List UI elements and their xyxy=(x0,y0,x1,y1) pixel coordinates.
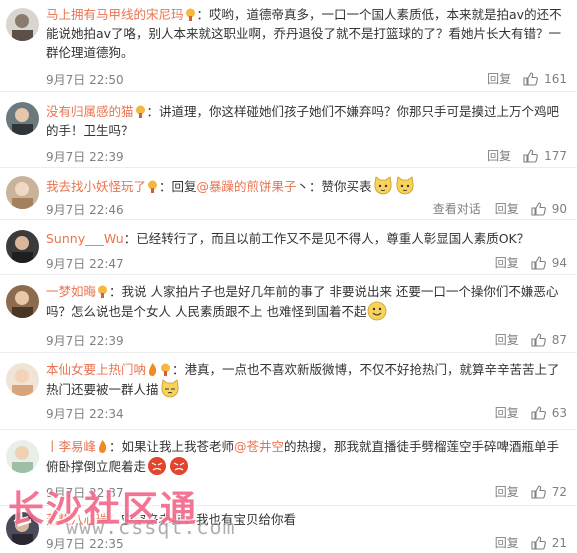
comment-item: 丨李易峰 ：如果让我上我苍老师@苍井空的热搜，那我就直播徒手劈榴莲空手碎啤酒瓶单手… xyxy=(0,430,577,506)
avatar[interactable] xyxy=(6,230,39,263)
comment-time: 9月7日 22:39 xyxy=(46,150,124,164)
username-link[interactable]: 丨李易峰 xyxy=(46,439,96,454)
like-count: 161 xyxy=(544,71,567,86)
vip-badge-icon xyxy=(147,179,158,193)
vip-badge-icon xyxy=(135,104,146,118)
comment-item: 本仙女要上热门呐 ：港真，一点也不喜欢新版微博，不仅不好抢热门，就算辛辛苦苦上了热… xyxy=(0,353,577,430)
thumbs-up-icon xyxy=(523,148,538,163)
smile-emoji-icon xyxy=(367,301,387,321)
like-count: 90 xyxy=(551,201,567,216)
comment-text: ：已经转行了，而且以前工作又不是见不得人，尊重人彰显国人素质OK？ xyxy=(123,231,530,246)
view-conversation-link[interactable]: 查看对话 xyxy=(433,200,481,217)
thumbs-up-icon xyxy=(523,71,538,86)
comment-item: 蒸糕八心瑞：空空来赤赤，我也有宝贝给你看 9月7日 22:35 回复 21 xyxy=(0,506,577,553)
username-link[interactable]: 一梦如晦 xyxy=(46,284,96,299)
reply-button[interactable]: 回复 xyxy=(495,254,519,271)
thumbs-up-icon xyxy=(531,332,546,347)
vip-badge-icon xyxy=(160,362,171,376)
username-link[interactable]: 本仙女要上热门呐 xyxy=(46,362,146,377)
thumbs-up-icon xyxy=(531,201,546,216)
comment-time: 9月7日 22:37 xyxy=(46,486,124,500)
like-button[interactable]: 21 xyxy=(531,536,567,550)
comment-text: ：我说 人家拍片子也是好几年前的事了 非要说出来 还要一口一个操你们不嫌恶心吗？… xyxy=(46,284,559,319)
reply-button[interactable]: 回复 xyxy=(495,483,519,500)
reply-button[interactable]: 回复 xyxy=(487,147,511,164)
thumbs-up-icon xyxy=(531,255,546,270)
like-count: 63 xyxy=(551,405,567,420)
comment-time: 9月7日 22:35 xyxy=(46,537,124,551)
cat-emoji-icon xyxy=(160,379,180,399)
comment-time: 9月7日 22:34 xyxy=(46,407,124,421)
comment-item: 没有归属感的猫 ：讲道理，你这样碰她们孩子她们不嫌弃吗？你那只手可是摸过上万个鸡吧… xyxy=(0,92,577,168)
comment-time: 9月7日 22:47 xyxy=(46,257,124,271)
angry-emoji-icon xyxy=(169,456,189,476)
mention-link[interactable]: @苍井空 xyxy=(234,439,284,454)
comment-text: ：如果让我上我苍老师 xyxy=(109,439,235,454)
username-link[interactable]: 我去找小妖怪玩了 xyxy=(46,179,146,194)
like-count: 21 xyxy=(551,535,567,550)
mention-link[interactable]: @暴躁的煎饼果子 xyxy=(197,179,297,194)
avatar[interactable] xyxy=(6,440,39,473)
like-button[interactable]: 63 xyxy=(531,406,567,420)
username-link[interactable]: 马上拥有马甲线的宋尼玛 xyxy=(46,7,184,22)
avatar[interactable] xyxy=(6,512,39,545)
fire-badge-icon xyxy=(97,439,108,453)
comment-text: 丶：赞你买表 xyxy=(296,179,372,194)
thumbs-up-icon xyxy=(531,484,546,499)
cat-emoji-icon xyxy=(373,176,393,196)
reply-button[interactable]: 回复 xyxy=(495,331,519,348)
thumbs-up-icon xyxy=(531,535,546,550)
like-button[interactable]: 90 xyxy=(531,202,567,216)
vip-badge-icon xyxy=(185,7,196,21)
avatar[interactable] xyxy=(6,176,39,209)
vip-badge-icon xyxy=(97,284,108,298)
comment-text: ：空空来赤赤，我也有宝贝给你看 xyxy=(108,512,297,527)
like-button[interactable]: 72 xyxy=(531,485,567,499)
username-link[interactable]: Sunny___Wu xyxy=(46,231,124,246)
comment-item: 一梦如晦 ：我说 人家拍片子也是好几年前的事了 非要说出来 还要一口一个操你们不嫌… xyxy=(0,275,577,353)
reply-button[interactable]: 回复 xyxy=(495,404,519,421)
comment-item: 我去找小妖怪玩了 ：回复@暴躁的煎饼果子丶：赞你买表 9月7日 22:46 查看对… xyxy=(0,168,577,220)
like-count: 87 xyxy=(551,332,567,347)
username-link[interactable]: 蒸糕八心瑞 xyxy=(46,512,109,527)
like-button[interactable]: 94 xyxy=(531,256,567,270)
comment-feed: 马上拥有马甲线的宋尼玛 ：哎哟，道德帝真多，一口一个国人素质低，本来就是拍av的还… xyxy=(0,0,577,553)
reply-button[interactable]: 回复 xyxy=(495,200,519,217)
like-count: 177 xyxy=(544,148,567,163)
avatar[interactable] xyxy=(6,285,39,318)
like-count: 94 xyxy=(551,255,567,270)
comment-text: ：回复 xyxy=(159,179,197,194)
reply-button[interactable]: 回复 xyxy=(495,534,519,551)
like-button[interactable]: 161 xyxy=(523,72,567,86)
fire-badge-icon xyxy=(147,362,158,376)
cat-emoji-icon xyxy=(395,176,415,196)
avatar[interactable] xyxy=(6,102,39,135)
avatar[interactable] xyxy=(6,363,39,396)
thumbs-up-icon xyxy=(531,405,546,420)
comment-time: 9月7日 22:50 xyxy=(46,73,124,87)
like-button[interactable]: 87 xyxy=(531,333,567,347)
avatar[interactable] xyxy=(6,8,39,41)
username-link[interactable]: 没有归属感的猫 xyxy=(46,104,134,119)
like-button[interactable]: 177 xyxy=(523,149,567,163)
comment-time: 9月7日 22:39 xyxy=(46,334,124,348)
comment-item: 马上拥有马甲线的宋尼玛 ：哎哟，道德帝真多，一口一个国人素质低，本来就是拍av的还… xyxy=(0,0,577,92)
like-count: 72 xyxy=(551,484,567,499)
comment-time: 9月7日 22:46 xyxy=(46,203,124,217)
angry-emoji-icon xyxy=(147,456,167,476)
comment-item: Sunny___Wu：已经转行了，而且以前工作又不是见不得人，尊重人彰显国人素质… xyxy=(0,220,577,275)
reply-button[interactable]: 回复 xyxy=(487,70,511,87)
